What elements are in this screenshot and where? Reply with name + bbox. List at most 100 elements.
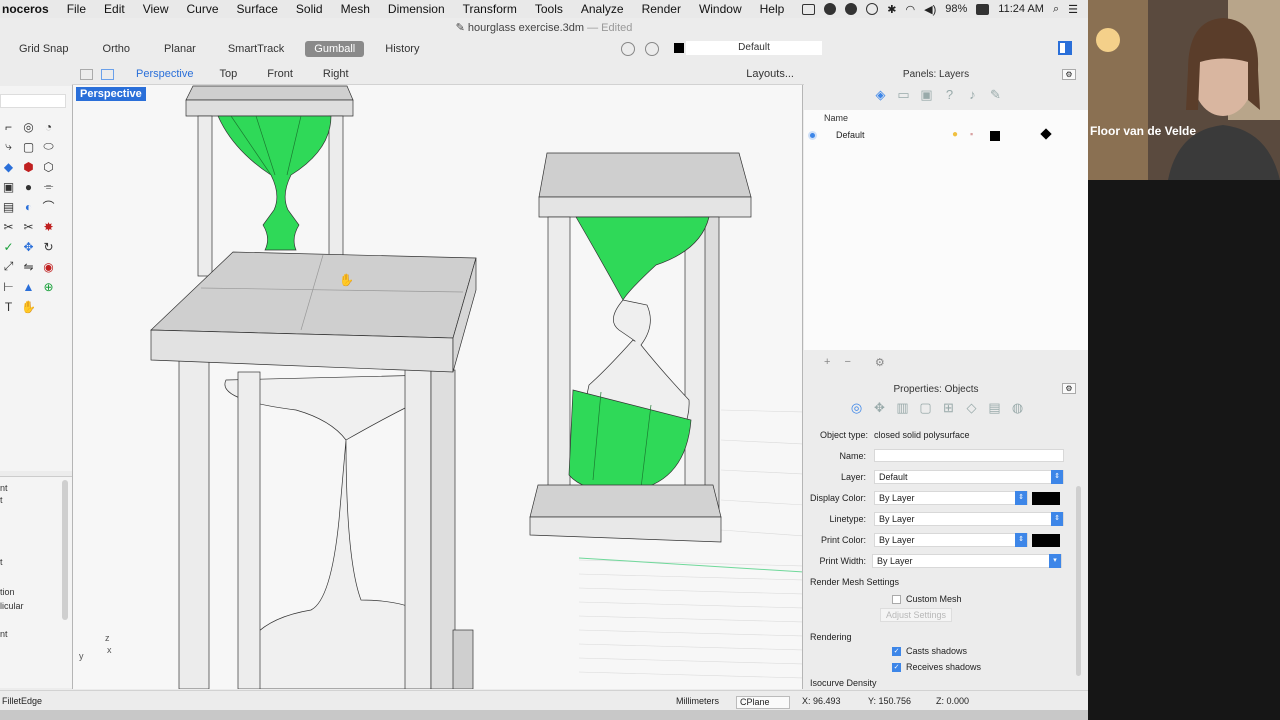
sphere-tab-icon[interactable]: ◍ — [1009, 399, 1026, 416]
layers-options-icon[interactable]: ⚙ — [875, 356, 885, 369]
lock-tool-icon[interactable]: ▲ — [20, 278, 37, 295]
clock[interactable]: 11:24 AM — [998, 3, 1044, 15]
move-tool-icon[interactable]: ✥ — [20, 238, 37, 255]
edited-status[interactable]: — Edited — [587, 22, 632, 34]
properties-scrollbar[interactable] — [1076, 486, 1081, 676]
render-tool-icon[interactable]: ◉ — [40, 258, 57, 275]
menu-view[interactable]: View — [134, 2, 178, 16]
menu-render[interactable]: Render — [633, 2, 690, 16]
layouts-button[interactable]: Layouts... — [746, 68, 794, 80]
pan-tool-icon[interactable]: ✋ — [20, 298, 37, 315]
control-center-icon[interactable]: ☰ — [1068, 3, 1078, 16]
help-tab-icon[interactable]: ? — [941, 86, 958, 103]
custom-mesh-box[interactable] — [892, 594, 901, 604]
layers-tab-icon[interactable]: ◈ — [872, 86, 889, 103]
text-tool-icon[interactable]: T — [0, 298, 17, 315]
cplane-select[interactable]: CPlane — [736, 696, 790, 709]
zoom-tool-icon[interactable]: ⊕ — [40, 278, 57, 295]
tab-top[interactable]: Top — [219, 68, 237, 80]
mirror-tool-icon[interactable]: ⇋ — [20, 258, 37, 275]
mesh-tool-icon[interactable]: ▤ — [0, 198, 17, 215]
curve-tool-icon[interactable]: ⤷ — [0, 138, 17, 155]
layers-gear-icon[interactable]: ⚙ — [1062, 69, 1076, 80]
check-icon[interactable]: ✓ — [892, 662, 901, 672]
print-color-swatch[interactable] — [1032, 533, 1060, 547]
loft-tool-icon[interactable]: ⬡ — [40, 158, 57, 175]
print-width-select[interactable]: By Layer ▾ — [872, 554, 1062, 568]
name-field[interactable] — [874, 449, 1064, 462]
linetype-select[interactable]: By Layer ⇕ — [874, 512, 1064, 526]
layer-visibility-icon[interactable]: ● — [952, 129, 958, 140]
units-label[interactable]: Millimeters — [676, 696, 719, 706]
grid-snap-toggle[interactable]: Grid Snap — [10, 41, 78, 57]
menu-solid[interactable]: Solid — [287, 2, 332, 16]
screen-mirror-icon[interactable] — [802, 3, 816, 15]
extrude-tool-icon[interactable]: ⬢ — [20, 158, 37, 175]
tab-right[interactable]: Right — [323, 68, 349, 80]
menu-file[interactable]: File — [58, 2, 95, 16]
planar-toggle[interactable]: Planar — [155, 41, 205, 57]
layer-color-swatch[interactable] — [990, 131, 1000, 141]
bluetooth-icon[interactable]: ✱ — [887, 3, 896, 16]
box-tool-icon[interactable]: ▣ — [0, 178, 17, 195]
layer-select[interactable]: Default ⇕ — [874, 470, 1064, 484]
properties-gear-icon[interactable]: ⚙ — [1062, 383, 1076, 394]
menu-app-name[interactable]: noceros — [0, 2, 58, 16]
add-layer-icon[interactable]: + — [824, 356, 830, 368]
ellipse-tool-icon[interactable]: ⬭ — [40, 138, 57, 155]
menu-help[interactable]: Help — [751, 2, 794, 16]
undo-view-icon[interactable] — [621, 42, 635, 56]
smarttrack-toggle[interactable]: SmartTrack — [219, 41, 293, 57]
layers-name-column[interactable]: Name — [824, 113, 848, 123]
explode-tool-icon[interactable]: ✸ — [40, 218, 57, 235]
spotlight-search-icon[interactable]: ⌕ — [1053, 3, 1059, 16]
perspective-viewport[interactable]: ✋ Perspective z y x — [72, 85, 803, 689]
last-command[interactable]: FilletEdge — [2, 696, 42, 706]
display-color-swatch[interactable] — [1032, 491, 1060, 505]
layer-row[interactable]: Default ● ▪ — [804, 128, 1088, 144]
osnap-icon[interactable] — [645, 42, 659, 56]
polyline-tool-icon[interactable]: ⌐ — [0, 118, 17, 135]
receives-shadows-checkbox[interactable]: ✓ Receives shadows — [892, 662, 981, 672]
menu-curve[interactable]: Curve — [178, 2, 228, 16]
pencil-tab-icon[interactable]: ✎ — [987, 86, 1004, 103]
display-color-select[interactable]: By Layer ⇕ — [874, 491, 1028, 505]
material-tab-icon[interactable]: ◇ — [963, 399, 980, 416]
casts-shadows-checkbox[interactable]: ✓ Casts shadows — [892, 646, 967, 656]
surface-tool-icon[interactable]: ◆ — [0, 158, 17, 175]
trim-tool-icon[interactable]: ✂ — [0, 218, 17, 235]
menu-analyze[interactable]: Analyze — [572, 2, 633, 16]
layer-lock-icon[interactable]: ▪ — [970, 129, 973, 139]
remove-layer-icon[interactable]: − — [844, 356, 850, 368]
creative-cloud-icon[interactable] — [824, 3, 837, 15]
volume-icon[interactable]: ◀) — [924, 3, 936, 16]
gumball-toggle[interactable]: Gumball — [305, 41, 365, 57]
object-tab-icon[interactable]: ◎ — [848, 399, 865, 416]
check-icon[interactable]: ✓ — [892, 646, 901, 656]
menu-edit[interactable]: Edit — [95, 2, 134, 16]
split-tool-icon[interactable]: ✂ — [20, 218, 37, 235]
history-toggle[interactable]: History — [376, 41, 428, 57]
print-color-select[interactable]: By Layer ⇕ — [874, 533, 1028, 547]
cloud-icon[interactable] — [845, 3, 858, 15]
viewport-label[interactable]: Perspective — [76, 87, 146, 101]
history-scrollbar[interactable] — [62, 480, 68, 620]
tab-front[interactable]: Front — [267, 68, 293, 80]
adjust-settings-button[interactable]: Adjust Settings — [880, 608, 953, 622]
battery-icon[interactable] — [976, 3, 990, 15]
dimension-tool-icon[interactable]: ⊢ — [0, 278, 17, 295]
vpn-icon[interactable] — [866, 3, 879, 15]
fillet-tool-icon[interactable]: ⌒ — [40, 198, 57, 215]
sidebar-toggle-icon[interactable] — [1058, 41, 1072, 55]
page-tab-icon[interactable]: ▢ — [917, 399, 934, 416]
boolean-tool-icon[interactable]: ◐ — [20, 198, 37, 215]
decal-tab-icon[interactable]: ▤ — [986, 399, 1003, 416]
rectangle-tool-icon[interactable]: ▢ — [20, 138, 37, 155]
command-input[interactable] — [0, 94, 66, 108]
texture-tab-icon[interactable]: ⊞ — [940, 399, 957, 416]
menu-dimension[interactable]: Dimension — [379, 2, 454, 16]
cylinder-tool-icon[interactable]: ⌯ — [40, 178, 57, 195]
notifications-tab-icon[interactable]: ♪ — [964, 86, 981, 103]
tab-perspective[interactable]: Perspective — [136, 68, 193, 80]
menu-transform[interactable]: Transform — [454, 2, 526, 16]
